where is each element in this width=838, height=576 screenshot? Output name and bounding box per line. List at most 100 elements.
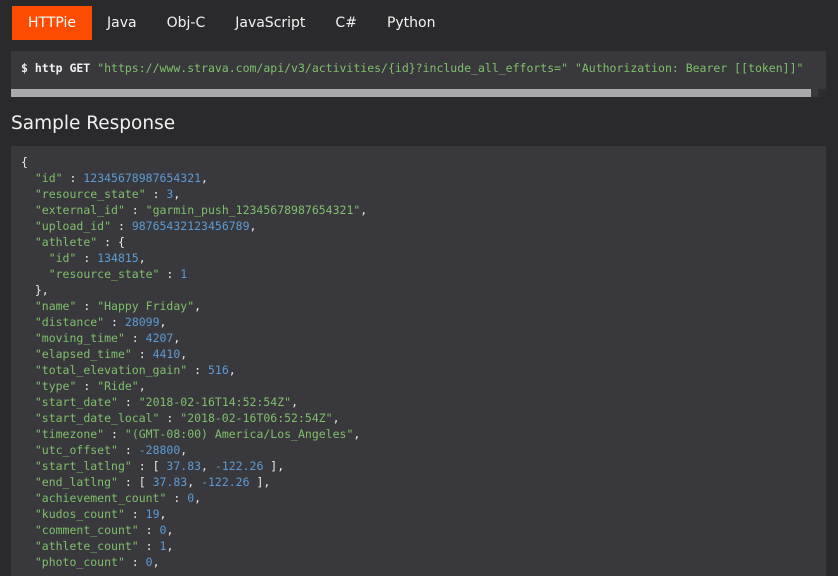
json-punct: : [104,427,125,441]
json-punct [21,475,35,489]
json-punct [21,507,35,521]
json-key: "athlete_count" [34,539,139,553]
json-punct [21,379,35,393]
json-punct: : [76,379,98,393]
json-key: "comment_count" [34,523,139,537]
json-number: 4410 [152,347,181,361]
json-key: "id" [48,251,77,265]
json-punct: : [131,347,153,361]
json-punct: { [21,155,28,169]
json-number: 12345678987654321 [83,171,202,185]
json-string: "2018-02-16T14:52:54Z" [138,395,292,409]
json-number: 37.83 [166,459,202,473]
json-punct [21,299,35,313]
json-punct: , [194,299,202,313]
json-number: 28099 [124,315,160,329]
json-punct [21,203,35,217]
json-punct: : [ [131,459,167,473]
horizontal-scrollbar[interactable] [11,89,826,97]
json-punct [21,235,35,249]
json-key: "photo_count" [34,555,125,569]
scroll-right-arrow-icon[interactable] [818,89,826,97]
tab-httpie[interactable]: HTTPie [12,6,93,40]
json-string: "Ride" [97,379,139,393]
json-key: "achievement_count" [34,491,167,505]
json-number: -28800 [138,443,181,457]
code-line: "resource_state" : 1 [21,266,367,282]
request-header: "Authorization: Bearer [[token]]" [574,61,804,75]
json-punct: : [187,363,208,377]
json-number: -122.26 [214,459,264,473]
code-line: "distance" : 28099, [21,314,367,330]
response-json: { "id" : 12345678987654321, "resource_st… [21,154,367,570]
tab-obj-c[interactable]: Obj-C [152,6,221,40]
json-punct [21,315,35,329]
tab-java[interactable]: Java [92,6,152,40]
json-number: 37.83 [152,475,188,489]
json-number: 98765432123456789 [131,219,250,233]
json-punct [21,459,35,473]
json-key: "end_latlng" [34,475,118,489]
json-punct: : [166,491,188,505]
json-punct: : [111,219,132,233]
language-tabs: HTTPie Java Obj-C JavaScript C# Python [12,6,450,40]
json-punct: , [249,219,257,233]
json-string: "garmin_push_12345678987654321" [145,203,361,217]
json-punct: : [138,523,160,537]
json-punct: : [138,539,160,553]
json-punct [21,251,49,265]
json-key: "resource_state" [34,187,146,201]
json-key: "elapsed_time" [34,347,132,361]
code-line: "elapsed_time" : 4410, [21,346,367,362]
json-punct: , [173,187,181,201]
json-punct: , [228,363,236,377]
json-key: "start_date_local" [34,411,160,425]
tab-python[interactable]: Python [372,6,451,40]
json-punct: , [152,555,160,569]
json-number: 516 [207,363,229,377]
code-line: "external_id" : "garmin_push_12345678987… [21,202,367,218]
code-line: "photo_count" : 0, [21,554,367,570]
json-punct [21,363,35,377]
json-key: "moving_time" [34,331,125,345]
code-line: "type" : "Ride", [21,378,367,394]
json-string: "2018-02-16T06:52:54Z" [180,411,333,425]
code-line: "start_date_local" : "2018-02-16T06:52:5… [21,410,367,426]
json-number: 4207 [145,331,174,345]
section-title: Sample Response [11,113,176,134]
json-punct: , [159,315,167,329]
scrollbar-thumb[interactable] [11,89,811,97]
json-punct [21,539,35,553]
json-punct: , [138,251,146,265]
json-number: 19 [145,507,160,521]
json-punct: : [124,555,146,569]
json-punct [21,427,35,441]
code-line: "resource_state" : 3, [21,186,367,202]
tab-csharp[interactable]: C# [320,6,372,40]
json-punct: , [159,507,167,521]
json-punct [21,411,35,425]
json-punct: : [62,171,84,185]
code-line: "timezone" : "(GMT-08:00) America/Los_An… [21,426,367,442]
json-punct: ], [263,459,285,473]
code-line: "achievement_count" : 0, [21,490,367,506]
json-key: "utc_offset" [34,443,118,457]
tab-javascript[interactable]: JavaScript [220,6,320,40]
json-punct [21,219,35,233]
json-punct: , [138,379,146,393]
json-punct: , [187,475,202,489]
json-number: 1 [180,267,188,281]
json-key: "name" [34,299,77,313]
json-punct: , [180,347,188,361]
json-punct: , [166,539,174,553]
code-line: "kudos_count" : 19, [21,506,367,522]
request-url: "https://www.strava.com/api/v3/activitie… [97,61,568,75]
json-punct: , [201,171,208,185]
json-key: "start_latlng" [34,459,132,473]
code-line: { [21,154,367,170]
json-key: "total_elevation_gain" [34,363,188,377]
json-number: -122.26 [201,475,250,489]
json-punct: : [159,411,181,425]
json-punct: , [173,331,181,345]
response-code-block: { "id" : 12345678987654321, "resource_st… [11,146,826,576]
